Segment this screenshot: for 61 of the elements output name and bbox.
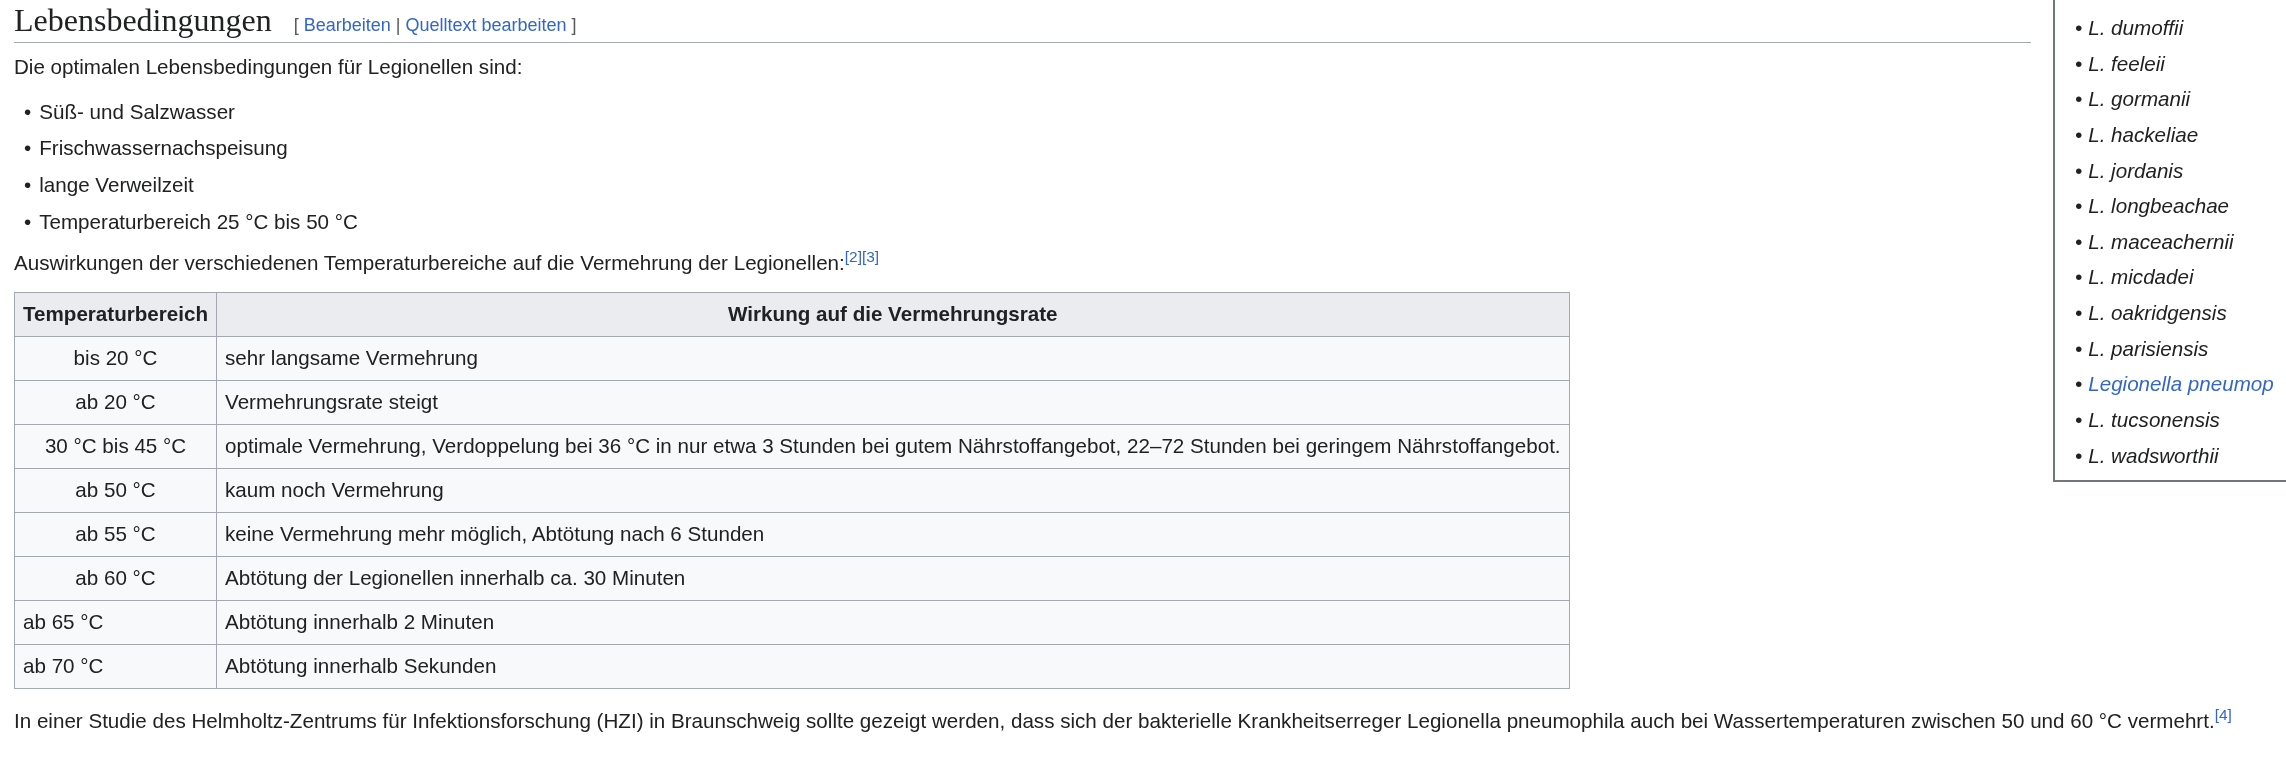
- table-cell: keine Vermehrung mehr möglich, Abtötung nach 6 Stunden: [216, 512, 1570, 557]
- bullet: •: [2075, 406, 2083, 433]
- bullet: •: [2075, 264, 2083, 291]
- bullet: •: [2075, 50, 2083, 77]
- table-cell: optimale Vermehrung, Verdoppelung bei 36 °C in nur etwa 3 Stunden bei gutem Nährstoffangebot, 22–72 Stunden bei geringem Nährstoffangebot.: [216, 424, 1570, 469]
- species-name: L. tucsonensis: [2088, 406, 2220, 433]
- bullet: •: [2075, 442, 2083, 469]
- list-item: Temperaturbereich 25 °C bis 50 °C: [39, 209, 358, 236]
- species-name: L. dumoffii: [2088, 15, 2184, 41]
- bullet: •: [2075, 15, 2083, 41]
- list-item: lange Verweilzeit: [39, 172, 194, 199]
- table-cell: ab 65 °C: [14, 600, 217, 645]
- table-cell: bis 20 °C: [14, 336, 217, 381]
- table-cell: ab 55 °C: [14, 512, 217, 557]
- table-cell: Abtötung der Legionellen innerhalb ca. 30 Minuten: [216, 556, 1570, 601]
- table-cell: 30 °C bis 45 °C: [14, 424, 217, 469]
- column-header: Wirkung auf die Vermehrungsrate: [216, 292, 1570, 337]
- edit-link[interactable]: Bearbeiten: [303, 15, 391, 35]
- table-cell: sehr langsame Vermehrung: [216, 336, 1570, 381]
- species-name: L. gormanii: [2088, 86, 2191, 113]
- reference-link[interactable]: [2]: [844, 248, 862, 266]
- list-item: Süß- und Salzwasser: [39, 98, 235, 125]
- column-header: Temperaturbereich: [14, 292, 217, 337]
- table-cell: Abtötung innerhalb Sekunden: [216, 644, 1570, 689]
- species-name: L. maceachernii: [2088, 228, 2234, 255]
- species-name: L. feeleii: [2088, 50, 2165, 77]
- bullet: •: [2075, 228, 2083, 255]
- table-cell: ab 50 °C: [14, 468, 217, 513]
- bullet: •: [24, 98, 32, 125]
- bullet: •: [24, 135, 32, 162]
- table-cell: ab 20 °C: [14, 380, 217, 425]
- species-name: L. parisiensis: [2088, 335, 2209, 362]
- species-name: L. wadsworthii: [2088, 442, 2219, 469]
- bullet: •: [2075, 335, 2083, 362]
- list-item: Frischwassernachspeisung: [39, 135, 288, 162]
- table-cell: Abtötung innerhalb 2 Minuten: [216, 600, 1570, 645]
- bullet: •: [2075, 121, 2083, 148]
- bullet: •: [2075, 86, 2083, 113]
- species-link[interactable]: Legionella pneumop: [2088, 366, 2274, 402]
- bullet: •: [2075, 300, 2083, 326]
- species-name: L. micdadei: [2088, 264, 2194, 291]
- table-cell: Vermehrungsrate steigt: [216, 380, 1570, 425]
- species-name: L. longbeachae: [2088, 193, 2230, 220]
- bullet: •: [2075, 371, 2083, 398]
- bullet: •: [2075, 193, 2083, 220]
- edit-link[interactable]: Quelltext bearbeiten: [405, 15, 567, 35]
- species-name: L. jordanis: [2088, 157, 2184, 184]
- bullet: •: [24, 172, 32, 199]
- bullet: •: [2075, 157, 2083, 184]
- reference-link[interactable]: [4]: [2214, 705, 2232, 723]
- intro-text: Die optimalen Lebensbedingungen für Legionellen sind:: [14, 53, 524, 80]
- reference-link[interactable]: [3]: [861, 248, 880, 266]
- species-name: L. oakridgensis: [2088, 300, 2227, 326]
- table-cell: kaum noch Vermehrung: [216, 468, 1570, 513]
- table-cell: ab 70 °C: [14, 644, 217, 689]
- section-heading: Lebensbedingungen: [14, 1, 272, 40]
- edit-links: [ Bearbeiten | Quelltext bearbeiten ]: [293, 14, 577, 37]
- bullet: •: [24, 209, 32, 236]
- species-name: L. hackeliae: [2088, 121, 2199, 148]
- table-cell: ab 60 °C: [14, 556, 217, 601]
- study-text: In einer Studie des Helmholtz-Zentrums für Infektionsforschung (HZI) in Braunschweig sollte gezeigt werden, dass sich der bakterielle Krankheitserreger Legionella pneumophila auch bei Wassertemperaturen zwischen 50 und 60 °C vermehrt.$^{[4]}$: [14, 704, 2233, 734]
